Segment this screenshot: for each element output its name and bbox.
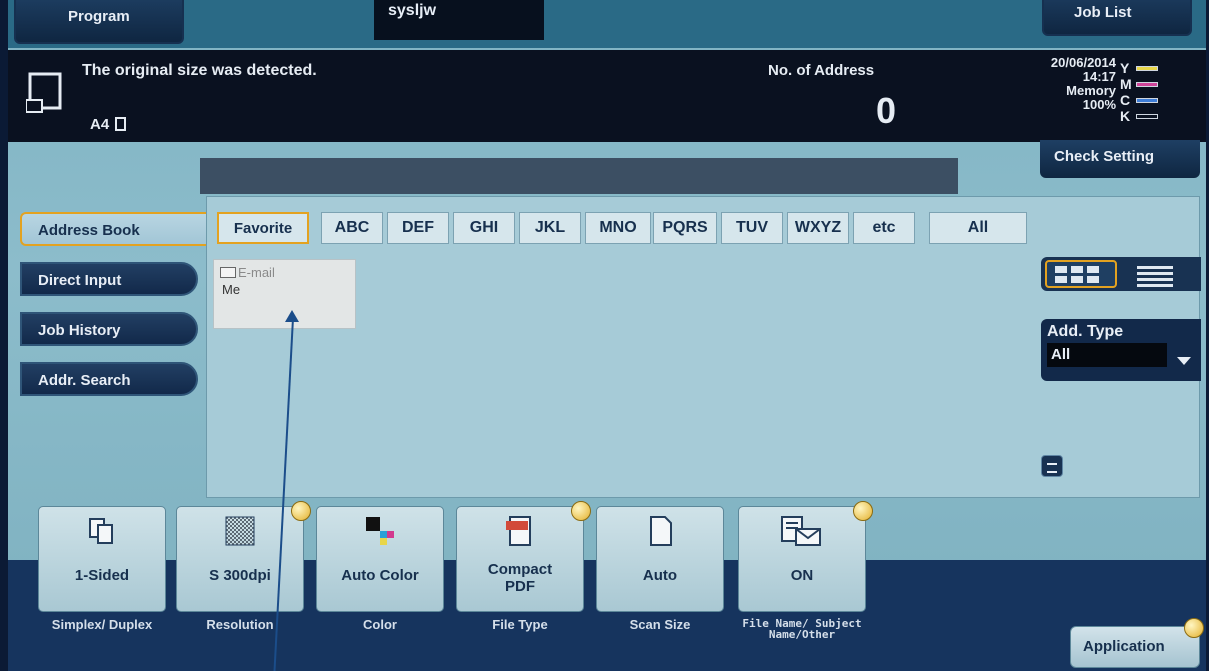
list-view-icon[interactable] xyxy=(1137,266,1177,287)
setting-resolution[interactable]: S 300dpi xyxy=(176,501,311,612)
color-label: Color xyxy=(363,617,397,632)
file-name-value: ON xyxy=(790,567,814,584)
grid-view-icon[interactable] xyxy=(1045,260,1117,288)
setting-file-name[interactable]: ON xyxy=(738,501,873,612)
tab-wxyz[interactable]: WXYZ xyxy=(787,212,849,244)
resolution-value: S 300dpi xyxy=(209,567,271,584)
file-type-value: Compact PDF xyxy=(487,561,553,595)
portrait-page-icon xyxy=(115,117,127,131)
tab-favorite[interactable]: Favorite xyxy=(217,212,309,244)
nav-address-book[interactable]: Address Book xyxy=(20,212,216,246)
address-count-label: No. of Address xyxy=(768,62,875,79)
paper-size-value: A4 xyxy=(90,116,110,133)
time: 14:17 xyxy=(1082,69,1116,84)
memory-label: Memory xyxy=(1066,83,1116,98)
original-document-icon xyxy=(25,72,68,114)
file-name-label: File Name/ Subject Name/Other xyxy=(742,617,862,641)
toner-y: Y xyxy=(1120,60,1206,76)
address-book-panel: Favorite ABC DEF GHI JKL MNO PQRS TUV WX… xyxy=(206,196,1201,498)
changed-indicator xyxy=(291,501,311,521)
status-message: The original size was detected. xyxy=(82,62,317,79)
changed-indicator xyxy=(853,501,873,521)
message-bar: The original size was detected. A4 No. o… xyxy=(8,50,1206,142)
email-doc-icon xyxy=(781,516,821,546)
tab-mno[interactable]: MNO xyxy=(585,212,651,244)
setting-scan-size[interactable]: Auto xyxy=(596,506,724,612)
job-list-button[interactable]: Job List xyxy=(1042,0,1192,36)
tab-def[interactable]: DEF xyxy=(387,212,449,244)
file-type-label: File Type xyxy=(492,617,548,632)
simplex-value: 1-Sided xyxy=(74,567,130,584)
top-strip xyxy=(8,0,1206,48)
toner-k: K xyxy=(1120,108,1206,124)
pdf-icon xyxy=(506,516,531,546)
tab-etc[interactable]: etc xyxy=(853,212,915,244)
simplex-icon xyxy=(89,518,113,544)
scroll-down-button[interactable] xyxy=(1041,455,1063,477)
check-setting-button[interactable]: Check Setting xyxy=(1040,140,1200,178)
date: 20/06/2014 xyxy=(1050,55,1116,70)
toner-m: M xyxy=(1120,76,1206,92)
address-count: 0 xyxy=(876,90,897,131)
memory-value: 100% xyxy=(1082,97,1116,112)
address-entry-name: Me xyxy=(222,282,241,297)
add-type-value[interactable]: All xyxy=(1047,343,1167,367)
email-icon xyxy=(220,267,236,278)
changed-indicator xyxy=(1184,618,1204,638)
view-toggle xyxy=(1041,257,1201,291)
color-icon xyxy=(366,517,394,545)
scan-size-value: Auto xyxy=(642,567,678,584)
tab-tuv[interactable]: TUV xyxy=(721,212,783,244)
toner-c: C xyxy=(1120,92,1206,108)
tab-jkl[interactable]: JKL xyxy=(519,212,581,244)
destination-bar xyxy=(200,158,958,194)
user-name: sysljw xyxy=(374,0,544,40)
nav-addr-search[interactable]: Addr. Search xyxy=(20,362,198,396)
nav-job-history[interactable]: Job History xyxy=(20,312,198,346)
toner-levels: Y M C K xyxy=(1120,60,1206,124)
setting-file-type[interactable]: Compact PDF xyxy=(456,501,591,612)
application-button[interactable]: Application xyxy=(1070,626,1200,668)
page-icon xyxy=(650,516,672,546)
address-entry-type: E-mail xyxy=(214,260,355,280)
chevron-down-icon[interactable] xyxy=(1177,357,1191,365)
scan-size-label: Scan Size xyxy=(629,617,691,632)
tab-all[interactable]: All xyxy=(929,212,1027,244)
changed-indicator xyxy=(571,501,591,521)
color-value: Auto Color xyxy=(341,567,419,584)
setting-color[interactable]: Auto Color xyxy=(316,506,444,612)
tab-pqrs[interactable]: PQRS xyxy=(653,212,717,244)
tab-ghi[interactable]: GHI xyxy=(453,212,515,244)
add-type-selector[interactable]: Add. Type All xyxy=(1041,319,1201,381)
nav-direct-input[interactable]: Direct Input xyxy=(20,262,198,296)
tab-abc[interactable]: ABC xyxy=(321,212,383,244)
paper-size: A4 xyxy=(90,116,127,133)
status-column: 20/06/2014 14:17 Memory 100% xyxy=(1028,56,1116,112)
copier-screen: Program sysljw Job List The original siz… xyxy=(8,0,1206,671)
resolution-icon xyxy=(225,516,255,546)
add-type-label: Add. Type xyxy=(1047,323,1124,340)
setting-simplex-duplex[interactable]: 1-Sided xyxy=(38,506,166,612)
resolution-label: Resolution xyxy=(206,617,274,632)
program-button[interactable]: Program xyxy=(14,0,184,44)
simplex-label: Simplex/ Duplex xyxy=(51,617,153,632)
